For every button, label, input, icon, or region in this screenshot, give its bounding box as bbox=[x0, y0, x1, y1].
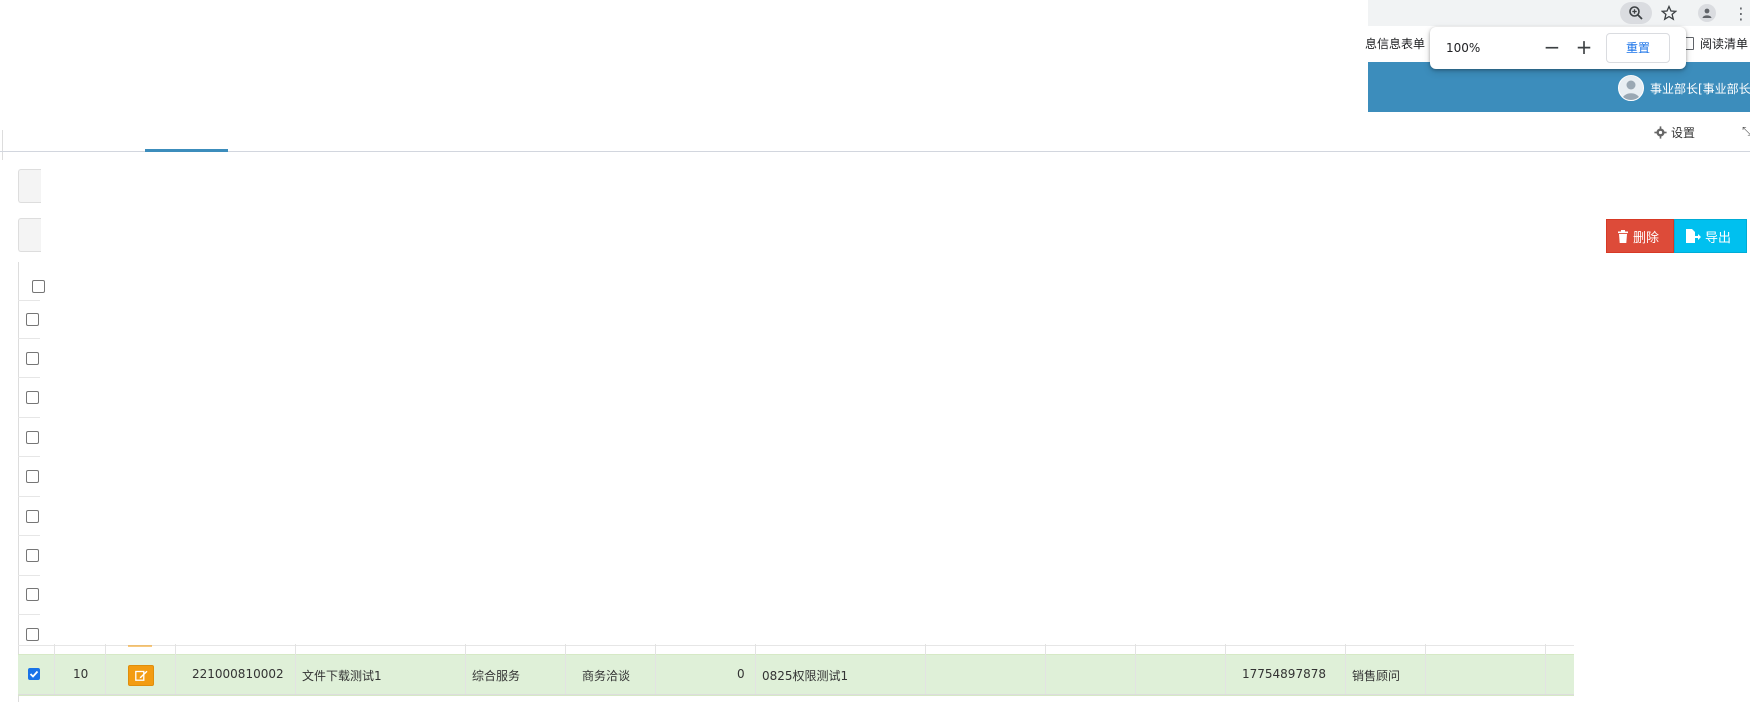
column-divider bbox=[925, 644, 926, 694]
filter-button[interactable] bbox=[18, 218, 41, 252]
cell-project: 0825权限测试1 bbox=[762, 669, 849, 683]
row-divider bbox=[18, 377, 40, 378]
row-divider bbox=[18, 575, 40, 576]
zoom-in-icon bbox=[1629, 6, 1643, 20]
row-checkbox[interactable] bbox=[26, 549, 39, 562]
zoom-percent: 100% bbox=[1446, 41, 1481, 55]
select-all-checkbox[interactable] bbox=[32, 280, 45, 293]
export-file-icon bbox=[1686, 229, 1701, 243]
edit-button[interactable] bbox=[128, 665, 154, 686]
reading-list-label: 阅读清单 bbox=[1700, 37, 1749, 51]
column-divider bbox=[54, 644, 55, 694]
row-divider bbox=[18, 496, 40, 497]
profile-button[interactable] bbox=[1694, 2, 1720, 24]
row-divider bbox=[18, 456, 40, 457]
expand-icon[interactable]: ⤡ bbox=[1742, 124, 1750, 139]
column-divider bbox=[755, 644, 756, 694]
active-tab-indicator[interactable] bbox=[145, 149, 228, 152]
settings-label: 设置 bbox=[1671, 126, 1696, 140]
browser-toolbar bbox=[1368, 0, 1750, 26]
zoom-popup: 100% − + 重置 bbox=[1430, 27, 1686, 69]
star-icon bbox=[1661, 5, 1677, 21]
export-label: 导出 bbox=[1705, 230, 1732, 246]
row-checkbox[interactable] bbox=[26, 431, 39, 444]
column-divider bbox=[1545, 644, 1546, 694]
check-icon bbox=[29, 670, 39, 678]
cell-name: 文件下载测试1 bbox=[302, 669, 382, 683]
cell-code: 221000810002 bbox=[192, 667, 284, 681]
zoom-out-button[interactable]: − bbox=[1540, 35, 1564, 59]
column-divider bbox=[1225, 644, 1226, 694]
settings-button[interactable]: 设置 bbox=[1654, 124, 1695, 141]
row-divider bbox=[18, 300, 40, 301]
column-divider bbox=[175, 644, 176, 694]
table-bottom-border bbox=[18, 694, 1574, 695]
user-name: 事业部长[事业部长 bbox=[1650, 81, 1750, 96]
row-divider bbox=[18, 417, 40, 418]
row-checkbox[interactable] bbox=[26, 391, 39, 404]
row-checkbox[interactable] bbox=[26, 352, 39, 365]
row-divider bbox=[18, 535, 40, 536]
cell-category: 综合服务 bbox=[472, 669, 521, 683]
row-checkbox[interactable] bbox=[26, 313, 39, 326]
row-checkbox[interactable] bbox=[26, 628, 39, 641]
cell-stage: 商务洽谈 bbox=[582, 669, 631, 683]
cell-role: 销售顾问 bbox=[1352, 669, 1401, 683]
export-button[interactable]: 导出 bbox=[1674, 219, 1747, 253]
column-divider bbox=[1045, 644, 1046, 694]
delete-button[interactable]: 删除 bbox=[1606, 219, 1674, 253]
row-checkbox[interactable] bbox=[26, 470, 39, 483]
column-divider bbox=[295, 644, 296, 694]
row-divider bbox=[18, 338, 40, 339]
delete-label: 删除 bbox=[1633, 230, 1660, 246]
column-divider bbox=[565, 644, 566, 694]
cell-phone: 17754897878 bbox=[1242, 667, 1326, 681]
bookmark-star-button[interactable] bbox=[1656, 2, 1682, 24]
more-vert-icon[interactable]: ⋮ bbox=[1728, 2, 1750, 24]
edit-icon bbox=[134, 670, 147, 681]
divider bbox=[2, 130, 3, 160]
row-divider bbox=[18, 645, 1574, 646]
column-divider bbox=[655, 644, 656, 694]
tab-bar-divider bbox=[0, 151, 1750, 152]
user-menu[interactable]: 事业部长[事业部长 bbox=[1618, 75, 1750, 101]
zoom-icon-button[interactable] bbox=[1620, 2, 1652, 24]
row-checkbox-checked[interactable] bbox=[28, 668, 40, 680]
edit-button-remnant bbox=[128, 645, 152, 647]
gear-icon bbox=[1654, 126, 1667, 139]
row-checkbox[interactable] bbox=[26, 588, 39, 601]
column-divider bbox=[1425, 644, 1426, 694]
row-index: 10 bbox=[73, 667, 89, 681]
column-divider bbox=[1135, 644, 1136, 694]
trash-icon bbox=[1618, 229, 1628, 243]
bookmark-item[interactable]: 息信息表单 bbox=[1365, 35, 1425, 52]
profile-icon bbox=[1698, 4, 1716, 22]
avatar bbox=[1618, 75, 1644, 101]
zoom-reset-button[interactable]: 重置 bbox=[1606, 33, 1670, 63]
column-divider bbox=[465, 644, 466, 694]
zoom-in-button[interactable]: + bbox=[1572, 35, 1596, 59]
reading-list-button[interactable]: 阅读清单 bbox=[1682, 35, 1748, 52]
filter-button[interactable] bbox=[18, 169, 41, 203]
row-divider bbox=[18, 614, 40, 615]
column-divider bbox=[105, 644, 106, 694]
row-checkbox[interactable] bbox=[26, 510, 39, 523]
cell-count: 0 bbox=[737, 667, 745, 681]
column-divider bbox=[1345, 644, 1346, 694]
